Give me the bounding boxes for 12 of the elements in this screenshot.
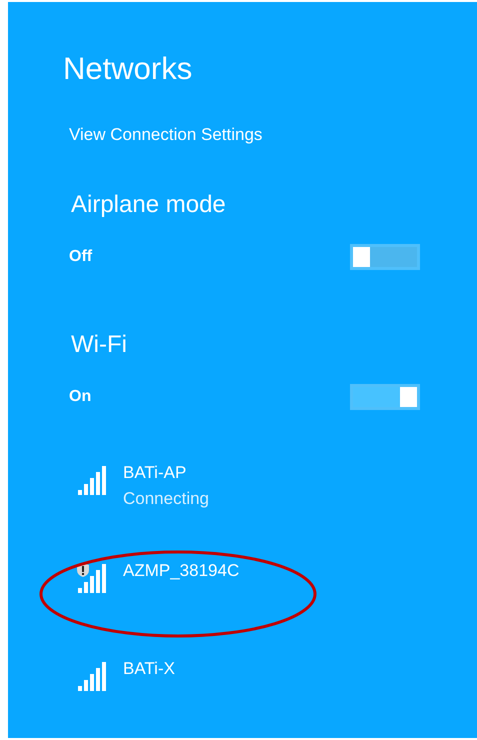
- connection-settings-link[interactable]: View Connection Settings: [69, 124, 262, 146]
- toggle-switch[interactable]: [350, 384, 420, 410]
- network-name[interactable]: AZMP_38194C: [123, 558, 240, 584]
- toggle-state-label: On: [69, 387, 92, 407]
- panel-title: Networks: [63, 50, 192, 88]
- network-name[interactable]: BATi-AP: [123, 460, 210, 486]
- section-heading: Wi-Fi: [71, 330, 127, 360]
- toggle-switch[interactable]: [350, 244, 420, 270]
- network-status: Connecting: [123, 488, 210, 510]
- toggle-state-label: Off: [69, 247, 92, 267]
- section-heading: Airplane mode: [71, 190, 226, 220]
- network-name[interactable]: BATi-X: [123, 656, 175, 682]
